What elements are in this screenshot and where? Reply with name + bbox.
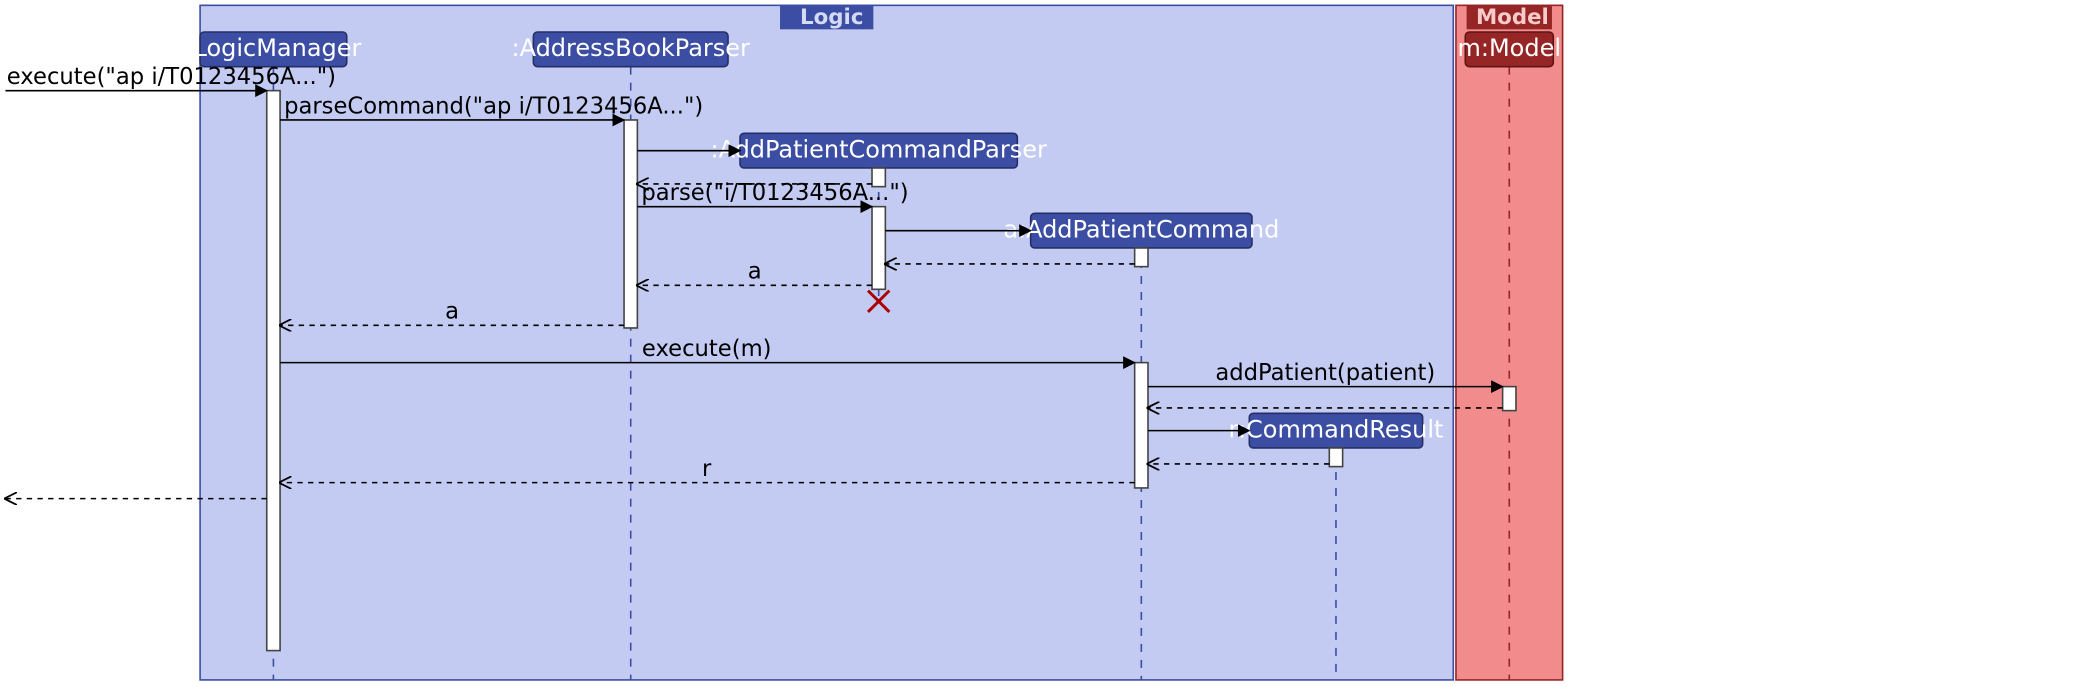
participant-add-patient-command-parser-text: :AddPatientCommandParser (711, 135, 1047, 163)
msg-execute-in-label: execute("ap i/T0123456A...") (7, 64, 336, 90)
msg-return-a2-label: a (445, 299, 459, 325)
activation-add-patient-command-execute (1135, 363, 1148, 488)
participant-address-book-parser-text: :AddressBookParser (512, 34, 750, 62)
sequence-diagram: Logic Model :LogicManager :AddressBookPa… (0, 0, 2080, 687)
activation-model (1503, 387, 1516, 411)
frame-logic-label: Logic (800, 5, 863, 30)
msg-execute-m-label: execute(m) (642, 336, 772, 362)
activation-add-patient-command-parser-parse (872, 207, 885, 290)
participant-logic-manager-text: :LogicManager (185, 34, 361, 62)
msg-add-patient-label: addPatient(patient) (1215, 360, 1435, 386)
msg-return-r-label: r (702, 456, 712, 482)
msg-parse-label: parse("i/T0123456A...") (641, 180, 908, 206)
frame-model-label: Model (1476, 5, 1549, 30)
participant-add-patient-command-text: a:AddPatientCommand (1003, 215, 1279, 243)
msg-parse-command-label: parseCommand("ap i/T0123456A...") (284, 93, 703, 119)
participant-model-text: m:Model (1458, 34, 1561, 62)
activation-address-book-parser (624, 120, 637, 328)
activation-add-patient-command-create (1135, 248, 1148, 267)
msg-return-a1-label: a (748, 259, 762, 285)
participant-command-result-text: r:CommandResult (1229, 415, 1444, 443)
activation-command-result-create (1329, 448, 1342, 467)
activation-logic-manager (267, 91, 280, 651)
